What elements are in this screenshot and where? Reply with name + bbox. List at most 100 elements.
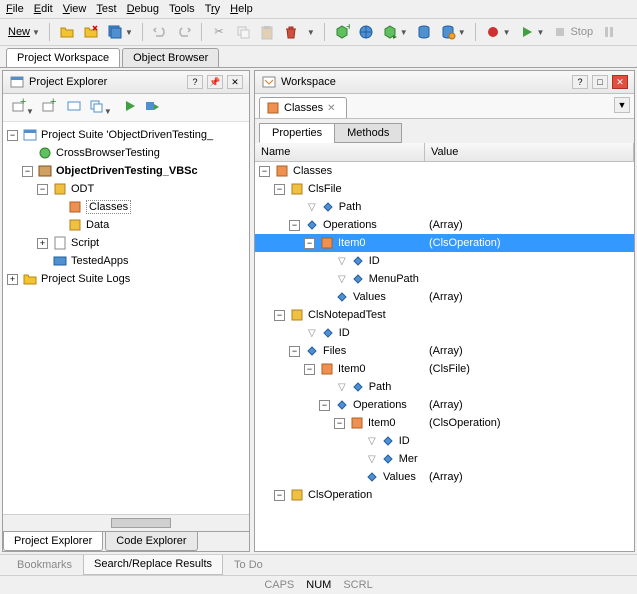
delete-dropdown[interactable]: ▼ (305, 26, 317, 39)
row-menupath[interactable]: MenuPath (369, 273, 419, 285)
tree-expander[interactable]: − (7, 130, 18, 141)
row-id3[interactable]: ID (399, 435, 410, 447)
menu-edit[interactable]: Edit (34, 3, 53, 15)
row-clsnotepad[interactable]: ClsNotepadTest (308, 309, 386, 321)
menu-help[interactable]: Help (230, 3, 253, 15)
horizontal-scrollbar[interactable] (3, 514, 249, 531)
tree-item-odt-vb[interactable]: ObjectDrivenTesting_VBSc (56, 165, 198, 177)
tree-item-logs[interactable]: Project Suite Logs (41, 273, 130, 285)
undo-icon[interactable] (150, 22, 170, 42)
column-name[interactable]: Name (255, 143, 425, 161)
record-icon[interactable]: ▼ (483, 22, 513, 42)
tree-expander[interactable]: − (274, 310, 285, 321)
tree-item-classes[interactable]: Classes (86, 200, 131, 214)
row-path2[interactable]: Path (369, 381, 392, 393)
row-clsfile[interactable]: ClsFile (308, 183, 342, 195)
help-icon[interactable]: ? (572, 75, 588, 89)
tree-item-script[interactable]: Script (71, 237, 99, 249)
menu-test[interactable]: Test (96, 3, 116, 15)
project-tree[interactable]: − Project Suite 'ObjectDrivenTesting_ Cro… (3, 122, 249, 514)
tab-bookmarks[interactable]: Bookmarks (6, 555, 83, 575)
tree-item-cross[interactable]: CrossBrowserTesting (56, 147, 160, 159)
redo-icon[interactable] (174, 22, 194, 42)
help-icon[interactable]: ? (187, 75, 203, 89)
open-icon[interactable] (57, 22, 77, 42)
tree-expander[interactable]: − (274, 184, 285, 195)
db-gear-icon[interactable]: ▼ (438, 22, 468, 42)
tab-classes[interactable]: Classes ✕ (259, 97, 347, 118)
menu-debug[interactable]: Debug (127, 3, 159, 15)
tree-expander[interactable]: + (7, 274, 18, 285)
globe-icon[interactable] (356, 22, 376, 42)
delete-icon[interactable] (281, 22, 301, 42)
tree-expander[interactable]: − (304, 238, 315, 249)
row-item0c[interactable]: Item0 (368, 417, 396, 429)
menu-try[interactable]: Try (205, 3, 220, 15)
tab-project-explorer[interactable]: Project Explorer (3, 532, 103, 551)
tree-expander[interactable]: − (259, 166, 270, 177)
play2-icon[interactable] (121, 97, 139, 118)
tree-expander[interactable]: − (289, 346, 300, 357)
play3-icon[interactable] (143, 97, 161, 118)
row-values[interactable]: Values (353, 291, 386, 303)
row-path[interactable]: Path (339, 201, 362, 213)
tree-expander[interactable]: − (304, 364, 315, 375)
tree-expander[interactable]: − (289, 220, 300, 231)
row-clsoperation[interactable]: ClsOperation (308, 489, 372, 501)
tabs-dropdown-icon[interactable]: ▼ (614, 97, 630, 113)
tree-root[interactable]: Project Suite 'ObjectDrivenTesting_ (41, 129, 213, 141)
pin-icon[interactable]: 📌 (207, 75, 223, 89)
tab-project-workspace[interactable]: Project Workspace (6, 48, 120, 67)
menu-view[interactable]: View (63, 3, 87, 15)
tab-object-browser[interactable]: Object Browser (122, 48, 219, 67)
row-id[interactable]: ID (369, 255, 380, 267)
cut-icon[interactable]: ✂ (209, 22, 229, 42)
row-item0[interactable]: Item0 (338, 237, 366, 249)
column-value[interactable]: Value (425, 143, 634, 161)
tab-code-explorer[interactable]: Code Explorer (105, 532, 197, 551)
tab-methods[interactable]: Methods (334, 123, 402, 143)
run-cube-icon[interactable]: ▼ (380, 22, 410, 42)
row-mer[interactable]: Mer (399, 453, 418, 465)
tree-expander[interactable]: + (37, 238, 48, 249)
tree-expander[interactable]: − (274, 490, 285, 501)
close-tab-icon[interactable]: ✕ (327, 103, 335, 114)
row-operations2[interactable]: Operations (353, 399, 407, 411)
close-panel-icon[interactable]: ✕ (227, 75, 243, 89)
close-project-icon[interactable] (81, 22, 101, 42)
tree-expander[interactable]: − (22, 166, 33, 177)
save-all-icon[interactable]: ▼ (105, 22, 135, 42)
tree-item-data[interactable]: Data (86, 219, 109, 231)
copy-icon[interactable] (233, 22, 253, 42)
db-icon[interactable] (414, 22, 434, 42)
row-files[interactable]: Files (323, 345, 346, 357)
menu-tools[interactable]: Tools (169, 3, 195, 15)
tab-search-replace[interactable]: Search/Replace Results (83, 555, 223, 575)
row-operations[interactable]: Operations (323, 219, 377, 231)
view-icon[interactable] (65, 97, 83, 118)
maximize-icon[interactable]: □ (592, 75, 608, 89)
close-panel-icon[interactable]: ✕ (612, 75, 628, 89)
tab-todo[interactable]: To Do (223, 555, 274, 575)
paste-icon[interactable] (257, 22, 277, 42)
play-icon[interactable]: ▼ (517, 22, 547, 42)
tree-expander[interactable]: − (319, 400, 330, 411)
tree-item-tested[interactable]: TestedApps (71, 255, 128, 267)
row-item0b[interactable]: Item0 (338, 363, 366, 375)
row-values2[interactable]: Values (383, 471, 416, 483)
tree-expander[interactable]: − (334, 418, 345, 429)
pause-icon[interactable] (599, 22, 619, 42)
row-classes[interactable]: Classes (293, 165, 332, 177)
add-item-icon[interactable]: +▼ (9, 97, 35, 118)
stop-button[interactable]: Stop (550, 22, 595, 42)
add-folder-icon[interactable]: + (39, 97, 57, 118)
tree-expander[interactable]: − (37, 184, 48, 195)
menu-file[interactable]: File (6, 3, 24, 15)
tab-properties[interactable]: Properties (259, 123, 335, 143)
tree-item-odt[interactable]: ODT (71, 183, 94, 195)
add-cube-icon[interactable]: + (332, 22, 352, 42)
properties-grid[interactable]: −Classes −ClsFile ▽Path −Operations(Arra… (255, 162, 634, 551)
row-id2[interactable]: ID (339, 327, 350, 339)
new-button[interactable]: New ▼ (6, 24, 42, 40)
copy2-icon[interactable]: ▼ (87, 97, 113, 118)
